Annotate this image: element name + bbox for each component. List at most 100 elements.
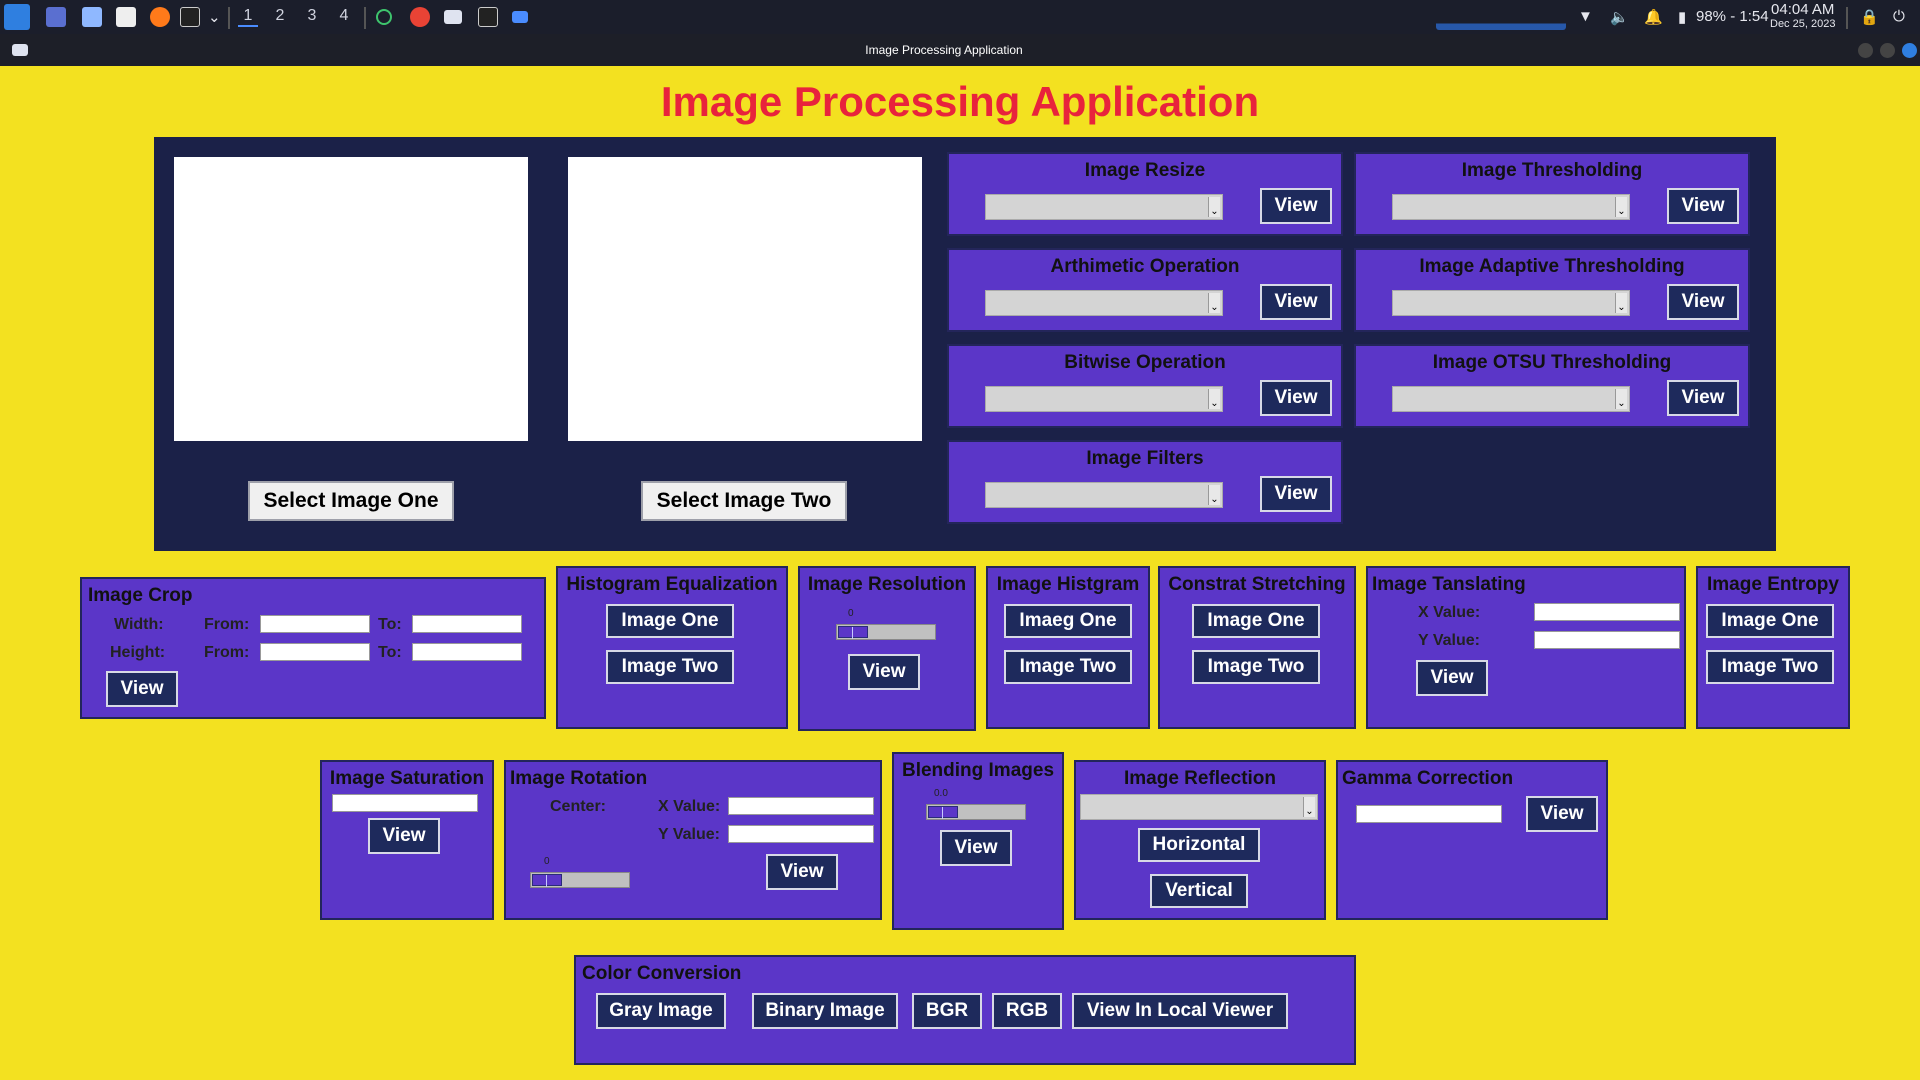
reflection-vertical-button[interactable]: Vertical	[1150, 874, 1248, 908]
saturation-input[interactable]	[332, 794, 478, 812]
bitwise-panel: Bitwise Operation ⌄ View	[947, 344, 1343, 428]
blending-view-button[interactable]: View	[940, 830, 1012, 866]
window-app-icon[interactable]	[444, 10, 462, 24]
workspace-2[interactable]: 2	[270, 7, 290, 25]
battery-icon[interactable]: ▮	[1678, 8, 1686, 26]
chrome-icon[interactable]	[410, 7, 430, 27]
reflection-dropdown[interactable]: ⌄	[1080, 794, 1318, 820]
maximize-icon[interactable]	[1880, 43, 1895, 58]
power-icon[interactable]: ⏻	[1893, 8, 1905, 25]
gray-image-button[interactable]: Gray Image	[596, 993, 726, 1029]
binary-image-button[interactable]: Binary Image	[752, 993, 898, 1029]
rgb-button[interactable]: RGB	[992, 993, 1062, 1029]
x-value-label: X Value:	[1418, 604, 1481, 621]
window-title: Image Processing Application	[865, 43, 1023, 57]
rotation-x-input[interactable]	[728, 797, 874, 815]
chevron-down-icon: ⌄	[1303, 797, 1315, 817]
slider-handle[interactable]	[532, 874, 562, 887]
chevron-down-icon[interactable]: ⌄	[208, 8, 221, 26]
text-editor-icon[interactable]	[116, 7, 136, 27]
translate-y-input[interactable]	[1534, 631, 1680, 649]
image-resolution-panel: Image Resolution 0 View	[798, 566, 976, 731]
wifi-icon[interactable]: ▼	[1578, 8, 1593, 25]
bitwise-view-button[interactable]: View	[1260, 380, 1332, 416]
resolution-view-button[interactable]: View	[848, 654, 920, 690]
folder-app-icon[interactable]	[512, 11, 528, 23]
hist-eq-image-two-button[interactable]: Image Two	[606, 650, 734, 684]
otsu-view-button[interactable]: View	[1667, 380, 1739, 416]
hist-eq-image-one-button[interactable]: Image One	[606, 604, 734, 638]
volume-icon[interactable]: 🔈	[1610, 8, 1629, 26]
contrast-image-two-button[interactable]: Image Two	[1192, 650, 1320, 684]
translate-view-button[interactable]: View	[1416, 660, 1488, 696]
view-local-viewer-button[interactable]: View In Local Viewer	[1072, 993, 1288, 1029]
gamma-correction-panel: Gamma Correction View	[1336, 760, 1608, 920]
translate-x-input[interactable]	[1534, 603, 1680, 621]
crop-width-from-input[interactable]	[260, 615, 370, 633]
histogram-image-two-button[interactable]: Image Two	[1004, 650, 1132, 684]
terminal-icon[interactable]	[180, 7, 200, 27]
notification-bell-icon[interactable]: 🔔	[1644, 8, 1663, 26]
clock[interactable]: 04:04 AM Dec 25, 2023	[1770, 1, 1835, 30]
arithmetic-view-button[interactable]: View	[1260, 284, 1332, 320]
chevron-down-icon: ⌄	[1615, 389, 1627, 409]
workspace-1[interactable]: 1	[238, 7, 258, 27]
resize-view-button[interactable]: View	[1260, 188, 1332, 224]
otsu-dropdown[interactable]: ⌄	[1392, 386, 1630, 412]
minimize-icon[interactable]	[1858, 43, 1873, 58]
panel-title: Gamma Correction	[1342, 768, 1514, 789]
gamma-view-button[interactable]: View	[1526, 796, 1598, 832]
crop-width-to-input[interactable]	[412, 615, 522, 633]
lock-icon[interactable]: 🔒	[1860, 8, 1879, 26]
adaptive-dropdown[interactable]: ⌄	[1392, 290, 1630, 316]
saturation-view-button[interactable]: View	[368, 818, 440, 854]
firefox-icon[interactable]	[150, 7, 170, 27]
threshold-dropdown[interactable]: ⌄	[1392, 194, 1630, 220]
threshold-view-button[interactable]: View	[1667, 188, 1739, 224]
taskbar-separator	[228, 7, 230, 29]
file-manager-icon[interactable]	[82, 7, 102, 27]
gamma-input[interactable]	[1356, 805, 1502, 823]
crop-height-from-input[interactable]	[260, 643, 370, 661]
entropy-image-one-button[interactable]: Image One	[1706, 604, 1834, 638]
contrast-image-one-button[interactable]: Image One	[1192, 604, 1320, 638]
arithmetic-panel: Arthimetic Operation ⌄ View	[947, 248, 1343, 332]
blending-images-panel: Blending Images 0.0 View	[892, 752, 1064, 930]
arithmetic-dropdown[interactable]: ⌄	[985, 290, 1223, 316]
panel-title: Image Thresholding	[1461, 160, 1643, 181]
entropy-image-two-button[interactable]: Image Two	[1706, 650, 1834, 684]
filters-dropdown[interactable]: ⌄	[985, 482, 1223, 508]
rotation-view-button[interactable]: View	[766, 854, 838, 890]
center-label: Center:	[550, 798, 607, 815]
width-label: Width:	[114, 616, 164, 633]
filters-view-button[interactable]: View	[1260, 476, 1332, 512]
bitwise-dropdown[interactable]: ⌄	[985, 386, 1223, 412]
blending-slider[interactable]	[926, 804, 1026, 820]
start-menu-icon[interactable]	[4, 4, 30, 30]
histogram-equalization-panel: Histogram Equalization Image One Image T…	[556, 566, 788, 729]
slider-handle[interactable]	[838, 626, 868, 639]
select-image-one-button[interactable]: Select Image One	[248, 481, 454, 521]
resize-dropdown[interactable]: ⌄	[985, 194, 1223, 220]
reflection-horizontal-button[interactable]: Horizontal	[1138, 828, 1260, 862]
workspace-4[interactable]: 4	[334, 7, 354, 25]
workspace-3[interactable]: 3	[302, 7, 322, 25]
crop-view-button[interactable]: View	[106, 671, 178, 707]
resolution-slider[interactable]	[836, 624, 936, 640]
terminal-app-icon[interactable]	[478, 7, 498, 27]
adaptive-view-button[interactable]: View	[1667, 284, 1739, 320]
panel-title: Image Tanslating	[1372, 574, 1526, 595]
app-circle-icon[interactable]	[376, 9, 392, 25]
panel-title: Image Adaptive Thresholding	[1419, 256, 1685, 277]
desktop-icon[interactable]	[46, 7, 66, 27]
bgr-button[interactable]: BGR	[912, 993, 982, 1029]
rotation-slider[interactable]	[530, 872, 630, 888]
crop-height-to-input[interactable]	[412, 643, 522, 661]
y-value-label: Y Value:	[658, 826, 720, 843]
select-image-two-button[interactable]: Select Image Two	[641, 481, 847, 521]
rotation-y-input[interactable]	[728, 825, 874, 843]
histogram-image-one-button[interactable]: Imaeg One	[1004, 604, 1132, 638]
slider-handle[interactable]	[928, 806, 958, 819]
y-value-label: Y Value:	[1418, 632, 1480, 649]
close-icon[interactable]	[1902, 43, 1917, 58]
